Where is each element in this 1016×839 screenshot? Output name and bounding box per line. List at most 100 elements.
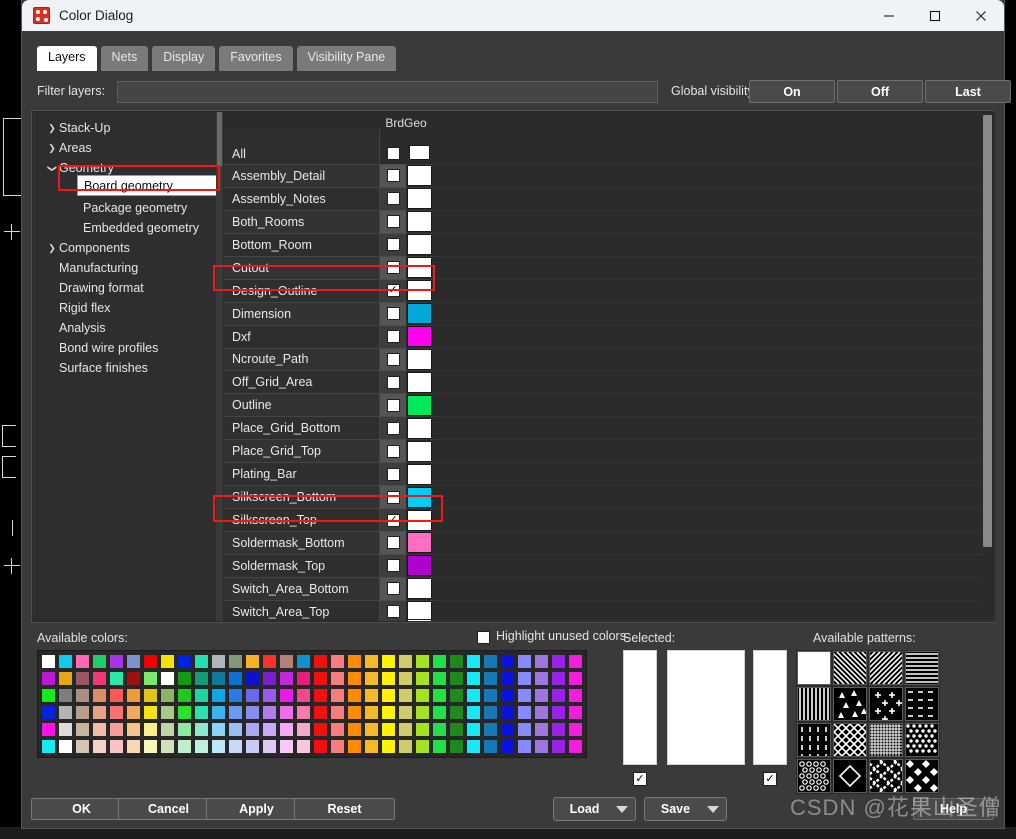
layer-color-swatch[interactable]: [407, 532, 432, 554]
pattern-swatch-dots-diamond[interactable]: [905, 723, 939, 757]
palette-color-swatch[interactable]: [414, 687, 431, 704]
palette-color-swatch[interactable]: [482, 670, 499, 687]
layer-visibility-checkbox[interactable]: [386, 582, 400, 596]
palette-color-swatch[interactable]: [40, 721, 57, 738]
palette-color-swatch[interactable]: [278, 721, 295, 738]
palette-color-swatch[interactable]: [227, 738, 244, 755]
palette-color-swatch[interactable]: [261, 704, 278, 721]
palette-color-swatch[interactable]: [74, 653, 91, 670]
palette-color-swatch[interactable]: [108, 738, 125, 755]
palette-color-swatch[interactable]: [244, 704, 261, 721]
palette-color-swatch[interactable]: [567, 738, 584, 755]
chevron-right-icon[interactable]: ❯: [45, 143, 59, 154]
tree-item-rename-input[interactable]: Board geometry: [77, 175, 216, 196]
layer-visibility-checkbox[interactable]: [386, 169, 400, 183]
palette-color-swatch[interactable]: [193, 653, 210, 670]
layer-color-cell[interactable]: [406, 187, 433, 211]
palette-color-swatch[interactable]: [210, 704, 227, 721]
palette-color-swatch[interactable]: [431, 653, 448, 670]
chevron-right-icon[interactable]: ❯: [45, 123, 59, 134]
palette-color-swatch[interactable]: [142, 721, 159, 738]
palette-color-swatch[interactable]: [74, 670, 91, 687]
layer-color-swatch[interactable]: [407, 417, 432, 439]
layer-visibility-cell[interactable]: [380, 463, 406, 487]
close-icon[interactable]: [958, 0, 1004, 31]
palette-color-swatch[interactable]: [550, 704, 567, 721]
palette-color-swatch[interactable]: [380, 670, 397, 687]
tree-item-bond-wire-profiles[interactable]: Bond wire profiles: [33, 338, 216, 358]
layer-visibility-cell[interactable]: [380, 129, 406, 165]
palette-color-swatch[interactable]: [550, 721, 567, 738]
palette-color-swatch[interactable]: [91, 670, 108, 687]
palette-color-swatch[interactable]: [448, 670, 465, 687]
palette-color-swatch[interactable]: [329, 738, 346, 755]
minimize-icon[interactable]: [866, 0, 912, 31]
layer-row[interactable]: Switch_Area_Top: [224, 600, 995, 621]
layer-color-cell[interactable]: [406, 165, 433, 188]
palette-color-swatch[interactable]: [346, 670, 363, 687]
palette-color-swatch[interactable]: [244, 738, 261, 755]
palette-color-swatch[interactable]: [193, 721, 210, 738]
layer-color-swatch[interactable]: [407, 348, 432, 370]
layer-visibility-cell[interactable]: [380, 440, 406, 464]
palette-color-swatch[interactable]: [91, 738, 108, 755]
palette-color-swatch[interactable]: [465, 653, 482, 670]
palette-color-swatch[interactable]: [261, 653, 278, 670]
palette-color-swatch[interactable]: [448, 653, 465, 670]
palette-color-swatch[interactable]: [91, 687, 108, 704]
layer-visibility-cell[interactable]: [380, 600, 406, 621]
layer-color-cell[interactable]: [406, 256, 433, 280]
palette-color-swatch[interactable]: [57, 670, 74, 687]
available-colors-palette[interactable]: [37, 650, 587, 758]
palette-color-swatch[interactable]: [533, 704, 550, 721]
layer-visibility-checkbox[interactable]: ✓: [386, 284, 400, 298]
palette-color-swatch[interactable]: [57, 738, 74, 755]
layer-row[interactable]: Switch_Area_Bottom: [224, 577, 995, 601]
layer-color-swatch[interactable]: [407, 555, 432, 577]
palette-color-swatch[interactable]: [397, 704, 414, 721]
layer-color-swatch[interactable]: [407, 211, 432, 233]
palette-color-swatch[interactable]: [465, 704, 482, 721]
palette-color-swatch[interactable]: [312, 653, 329, 670]
palette-color-swatch[interactable]: [108, 721, 125, 738]
pattern-swatch-solid[interactable]: [797, 651, 831, 685]
global-visibility-off-button[interactable]: Off: [837, 80, 923, 103]
palette-color-swatch[interactable]: [533, 721, 550, 738]
palette-color-swatch[interactable]: [261, 738, 278, 755]
palette-color-swatch[interactable]: [329, 670, 346, 687]
palette-color-swatch[interactable]: [346, 653, 363, 670]
layer-color-swatch[interactable]: [407, 486, 432, 508]
palette-color-swatch[interactable]: [533, 670, 550, 687]
layer-visibility-cell[interactable]: [380, 233, 406, 257]
layer-color-cell[interactable]: [406, 486, 433, 510]
palette-color-swatch[interactable]: [482, 687, 499, 704]
palette-color-swatch[interactable]: [295, 670, 312, 687]
palette-color-swatch[interactable]: [125, 738, 142, 755]
palette-color-swatch[interactable]: [142, 653, 159, 670]
palette-color-swatch[interactable]: [397, 653, 414, 670]
palette-color-swatch[interactable]: [125, 653, 142, 670]
pattern-swatch-circles[interactable]: [797, 759, 831, 793]
palette-color-swatch[interactable]: [346, 721, 363, 738]
palette-color-swatch[interactable]: [40, 704, 57, 721]
palette-color-swatch[interactable]: [550, 738, 567, 755]
layer-color-cell[interactable]: [406, 302, 433, 326]
palette-color-swatch[interactable]: [261, 721, 278, 738]
layer-color-cell[interactable]: [406, 394, 433, 418]
tab-favorites[interactable]: Favorites: [219, 46, 293, 71]
layer-color-swatch[interactable]: [407, 463, 432, 485]
palette-color-swatch[interactable]: [125, 670, 142, 687]
palette-color-swatch[interactable]: [210, 653, 227, 670]
pattern-swatch-crosshatch-diagonal[interactable]: [833, 723, 867, 757]
layer-color-swatch[interactable]: [407, 188, 432, 210]
layer-category-tree[interactable]: ❯Stack-Up❯Areas❯Geometry Board geometryB…: [33, 112, 216, 621]
tab-layers[interactable]: Layers: [37, 46, 97, 71]
palette-color-swatch[interactable]: [533, 687, 550, 704]
palette-color-swatch[interactable]: [363, 704, 380, 721]
layer-visibility-checkbox[interactable]: [386, 215, 400, 229]
layer-row[interactable]: All: [224, 129, 995, 165]
palette-color-swatch[interactable]: [465, 670, 482, 687]
palette-color-swatch[interactable]: [414, 653, 431, 670]
highlight-unused-colors-checkbox[interactable]: [477, 631, 490, 644]
palette-color-swatch[interactable]: [142, 670, 159, 687]
